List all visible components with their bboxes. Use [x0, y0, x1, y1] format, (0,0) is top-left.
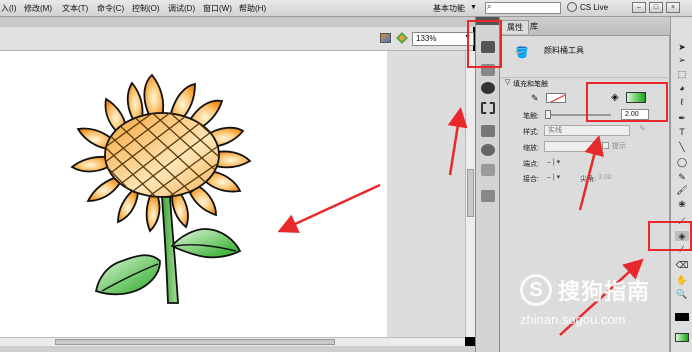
sogou-logo: S: [520, 274, 552, 306]
watermark-text: 搜狗指南: [558, 279, 651, 304]
watermark-url: zhinan.sogou.com: [520, 312, 626, 327]
